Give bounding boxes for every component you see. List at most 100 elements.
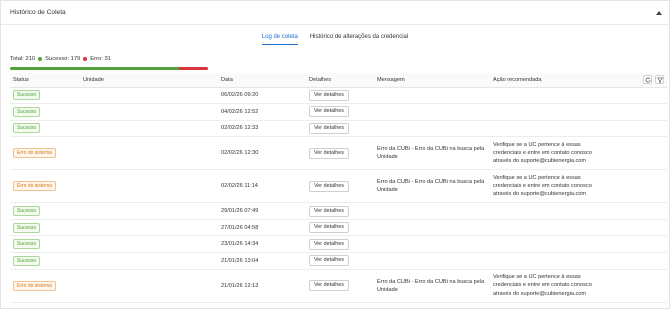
recommended-action-cell xyxy=(490,252,612,270)
date-cell: 02/02/26 12:33 xyxy=(218,120,306,138)
status-badge: Sucesso xyxy=(13,239,41,250)
view-details-button[interactable]: Ver detalhes xyxy=(309,89,349,101)
recommended-action-cell: Verifique se a UC pertence à essas crede… xyxy=(490,269,612,303)
column-header-status: Status xyxy=(10,73,80,88)
error-dot-icon xyxy=(83,57,88,61)
table-row: Erro do sistema 02/02/26 11:14 Ver detalhe… xyxy=(10,169,667,204)
view-details-button[interactable]: Ver detalhes xyxy=(309,122,349,134)
date-cell: 04/02/26 12:52 xyxy=(218,103,306,121)
unidade-cell xyxy=(80,269,218,303)
view-details-button[interactable]: Ver detalhes xyxy=(309,255,349,267)
status-badge: Erro do sistema xyxy=(13,181,57,192)
status-cell: Erro do sistema xyxy=(10,136,80,171)
date-cell: 21/01/26 12:13 xyxy=(218,269,306,303)
table-row: Sucesso 06/02/26 09:20 Ver detalhes xyxy=(10,87,667,105)
view-details-button[interactable]: Ver detalhes xyxy=(309,238,349,250)
status-cell: Erro do sistema xyxy=(10,269,80,303)
status-badge: Sucesso xyxy=(13,206,41,217)
success-bar-segment xyxy=(10,67,179,70)
view-details-button[interactable]: Ver detalhes xyxy=(309,222,349,234)
column-header-data: Data xyxy=(218,73,306,88)
panel-header: Histórico de Coleta xyxy=(1,1,669,25)
table-row: Erro do sistema 21/01/26 12:13 Ver detalhe… xyxy=(10,269,667,303)
unidade-cell xyxy=(80,120,218,138)
tab-log-de-coleta[interactable]: Log de coleta xyxy=(261,31,298,45)
table-header-row: Status Unidade Data Detalhes Mensagem Aç… xyxy=(10,73,667,88)
unidade-cell xyxy=(80,252,218,270)
status-badge: Sucesso xyxy=(13,222,41,233)
recommended-action-cell xyxy=(490,87,612,105)
message-cell xyxy=(374,219,490,237)
empty-cell xyxy=(612,103,667,121)
column-header-unidade: Unidade xyxy=(80,73,218,88)
filter-icon[interactable] xyxy=(655,75,664,85)
reload-icon[interactable] xyxy=(643,75,652,85)
column-header-tools xyxy=(612,73,667,88)
message-cell xyxy=(374,235,490,254)
view-details-button[interactable]: Ver detalhes xyxy=(309,180,349,192)
recommended-action-cell xyxy=(490,103,612,121)
recommended-action-cell xyxy=(490,235,612,254)
column-header-acao: Ação recomendada xyxy=(490,73,612,88)
details-cell: Ver detalhes xyxy=(306,235,374,254)
details-cell: Ver detalhes xyxy=(306,202,374,220)
view-details-button[interactable]: Ver detalhes xyxy=(309,147,349,159)
recommended-action-cell xyxy=(490,120,612,138)
table-row: Sucesso 27/01/26 04:58 Ver detalhes xyxy=(10,219,667,237)
status-badge: Sucesso xyxy=(13,90,41,101)
empty-cell xyxy=(612,252,667,270)
empty-cell xyxy=(612,219,667,237)
details-cell: Ver detalhes xyxy=(306,219,374,237)
table-row: Erro do sistema 02/02/26 12:30 Ver detalhe… xyxy=(10,136,667,171)
chevron-up-icon[interactable] xyxy=(655,9,662,16)
view-details-button[interactable]: Ver detalhes xyxy=(309,205,349,217)
recommended-action-cell xyxy=(490,202,612,220)
empty-cell xyxy=(612,202,667,220)
collection-history-panel: Histórico de Coleta Log de coleta Histór… xyxy=(0,0,670,309)
table-row: Sucesso 02/02/26 12:33 Ver detalhes xyxy=(10,120,667,138)
status-cell: Sucesso xyxy=(10,103,80,121)
date-cell: 02/02/26 11:14 xyxy=(218,169,306,204)
view-details-button[interactable]: Ver detalhes xyxy=(309,106,349,118)
details-cell: Ver detalhes xyxy=(306,120,374,138)
table-row: Sucesso 29/01/26 07:49 Ver detalhes xyxy=(10,202,667,220)
details-cell: Ver detalhes xyxy=(306,252,374,270)
message-cell xyxy=(374,202,490,220)
error-bar-segment xyxy=(178,67,208,70)
empty-cell xyxy=(612,87,667,105)
status-cell: Sucesso xyxy=(10,219,80,237)
status-cell: Sucesso xyxy=(10,252,80,270)
status-cell: Sucesso xyxy=(10,202,80,220)
empty-cell xyxy=(612,136,667,171)
date-cell: 21/01/26 13:04 xyxy=(218,252,306,270)
unidade-cell xyxy=(80,87,218,105)
status-cell: Sucesso xyxy=(10,235,80,254)
details-cell: Ver detalhes xyxy=(306,269,374,303)
tab-historico-alteracoes[interactable]: Histórico de alterações da credencial xyxy=(310,31,408,45)
recommended-action-cell: Verifique se a UC pertence à essas crede… xyxy=(490,136,612,171)
status-badge: Sucesso xyxy=(13,255,41,266)
column-header-detalhes: Detalhes xyxy=(306,73,374,88)
message-cell xyxy=(374,252,490,270)
message-cell: Erro da CUBi - Erro da CUBi na busca pel… xyxy=(374,169,490,204)
error-count: Erro: 31 xyxy=(90,56,111,62)
status-cell: Sucesso xyxy=(10,87,80,105)
date-cell: 23/01/26 14:34 xyxy=(218,235,306,254)
empty-cell xyxy=(612,269,667,303)
table-row: Sucesso 21/01/26 13:04 Ver detalhes xyxy=(10,252,667,270)
collection-summary: Total: 210 Sucesso: 179 Erro: 31 xyxy=(10,56,111,62)
view-details-button[interactable]: Ver detalhes xyxy=(309,280,349,292)
unidade-cell xyxy=(80,219,218,237)
unidade-cell xyxy=(80,169,218,204)
date-cell: 02/02/26 12:30 xyxy=(218,136,306,171)
details-cell: Ver detalhes xyxy=(306,136,374,171)
message-cell xyxy=(374,120,490,138)
unidade-cell xyxy=(80,202,218,220)
empty-cell xyxy=(612,120,667,138)
success-count: Sucesso: 179 xyxy=(45,56,81,62)
unidade-cell xyxy=(80,235,218,254)
table-row: Sucesso 23/01/26 14:34 Ver detalhes xyxy=(10,235,667,254)
column-header-mensagem: Mensagem xyxy=(374,73,490,88)
collection-log-table: Status Unidade Data Detalhes Mensagem Aç… xyxy=(10,73,667,303)
status-badge: Sucesso xyxy=(13,123,41,134)
